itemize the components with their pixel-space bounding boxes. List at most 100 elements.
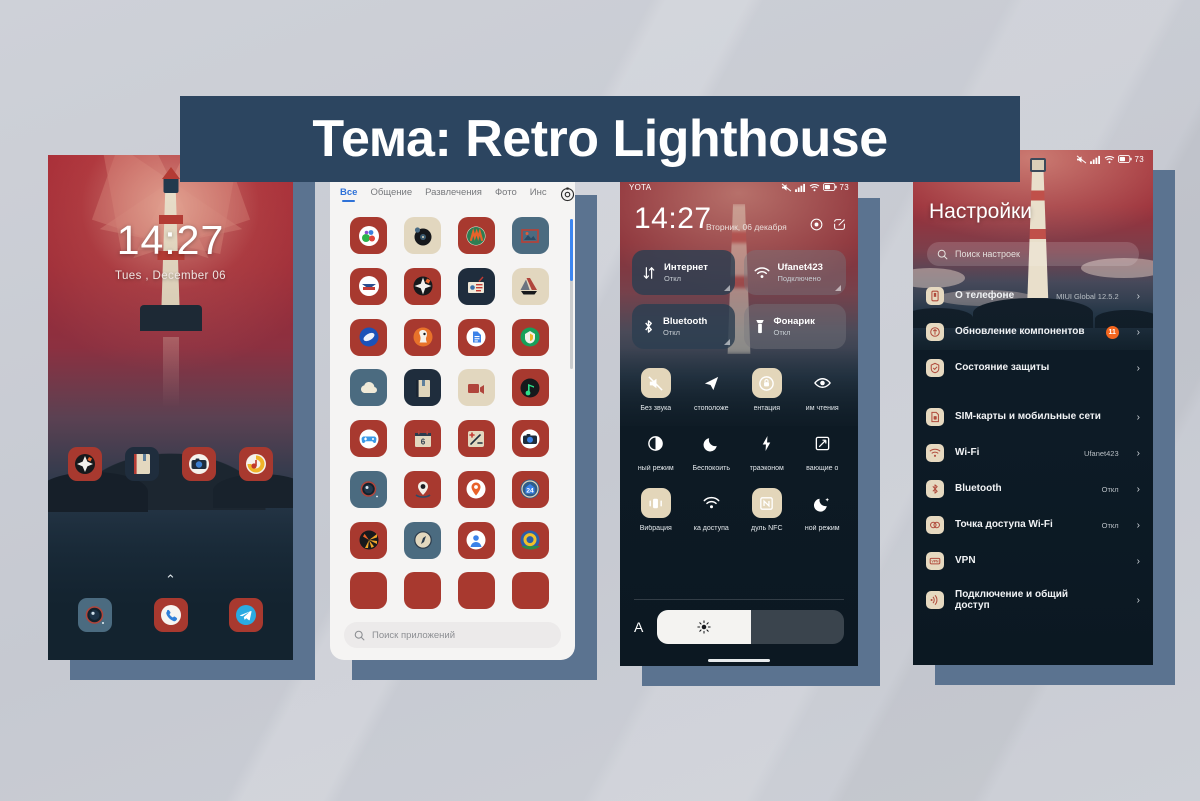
games-icon[interactable] (350, 420, 388, 457)
update-icon (926, 323, 944, 341)
settings-row-sharing[interactable]: Подключение и общий доступ › (913, 579, 1153, 621)
spotify-icon[interactable] (511, 369, 549, 407)
photos-icon[interactable] (511, 217, 549, 254)
news-icon[interactable] (457, 267, 495, 305)
phone-icon[interactable] (153, 598, 188, 632)
settings-list: О телефоне MIUI Global 12.5.2 › Обновлен… (913, 278, 1153, 665)
settings-row-hotspot[interactable]: Точка доступа Wi-Fi Откл › (913, 507, 1153, 543)
contacts-icon[interactable] (457, 521, 495, 559)
edit-icon[interactable] (833, 218, 846, 231)
tab-photo[interactable]: Фото (495, 187, 517, 202)
calendar-icon[interactable]: 6 (404, 420, 442, 457)
settings-row-label: Подключение и общий доступ (955, 588, 1068, 612)
toggle-hotspot[interactable]: ка доступа (684, 488, 740, 532)
toggle-vibration[interactable]: Вибрация (628, 488, 684, 532)
settings-row-updates[interactable]: Обновление компонентов 11 › (913, 314, 1153, 350)
settings-row-vpn[interactable]: VPN VPN › (913, 543, 1153, 579)
vpn-icon: VPN (926, 552, 944, 570)
toggle-dnd[interactable]: Беспокоить (684, 428, 740, 472)
location-pin-icon[interactable] (404, 470, 442, 508)
quick-tiles: Интернет Откл Ufanet423 Подключено Bluetoo… (632, 250, 846, 349)
tab-communication[interactable]: Общение (370, 187, 412, 202)
toggle-label: траэконом (749, 465, 784, 472)
gear-icon[interactable] (560, 186, 575, 202)
settings-target-icon[interactable] (810, 218, 823, 231)
tile-subtitle: Подключено (777, 273, 821, 283)
toggle-location[interactable]: стоположе (684, 368, 740, 412)
toggle-night-mode[interactable]: ной режим (795, 488, 851, 532)
settings-row-bluetooth[interactable]: Bluetooth Откл › (913, 471, 1153, 507)
tab-entertainment[interactable]: Развлечения (425, 187, 482, 202)
browser-icon[interactable] (67, 447, 102, 481)
app-icon-d[interactable] (511, 572, 549, 610)
settings-row-value: Откл (1101, 520, 1119, 530)
gallery-dots-icon[interactable] (350, 217, 388, 254)
tile-bluetooth[interactable]: Bluetooth Откл (632, 304, 735, 349)
settings-row-label: VPN (955, 555, 976, 567)
camera-icon[interactable] (78, 598, 112, 632)
lighthouse-roof (161, 167, 180, 179)
burst-icon[interactable] (350, 521, 388, 559)
toggle-rotation[interactable]: ентация (739, 368, 795, 412)
settings-row-about[interactable]: О телефоне MIUI Global 12.5.2 › (913, 278, 1153, 314)
music-icon[interactable] (239, 447, 274, 481)
app-icon-a[interactable] (350, 572, 388, 610)
camera-icon[interactable] (182, 447, 217, 481)
maps-pin-icon[interactable] (457, 470, 495, 508)
compass-icon[interactable] (404, 521, 442, 559)
wifi-icon (926, 444, 944, 462)
notes-icon[interactable] (124, 447, 159, 481)
compass-ball-icon[interactable] (404, 267, 442, 305)
google-drive-icon[interactable] (511, 267, 549, 305)
video-icon[interactable] (457, 369, 495, 407)
tile-subtitle: Откл (773, 327, 791, 337)
tab-tools[interactable]: Инс (530, 187, 547, 202)
toggle-battery-saver[interactable]: траэконом (739, 428, 795, 472)
tile-wifi[interactable]: Ufanet423 Подключено (743, 250, 846, 295)
settings-row-wifi[interactable]: Wi-Fi Ufanet423 › (913, 435, 1153, 471)
tile-internet[interactable]: Интернет Откл (632, 250, 735, 295)
tile-expand-corner[interactable] (723, 339, 730, 345)
toggle-screenshot[interactable]: вающие о (795, 428, 851, 472)
ring-icon[interactable] (511, 521, 549, 559)
tab-all[interactable]: Все (340, 187, 357, 202)
app-icon-b[interactable] (404, 572, 442, 610)
toggle-mute[interactable]: Без звука (628, 368, 684, 412)
brightness-slider[interactable] (657, 610, 844, 644)
settings-search-input[interactable]: Поиск настроек (927, 242, 1139, 266)
docs-icon[interactable] (457, 318, 495, 356)
book-icon[interactable] (404, 369, 442, 407)
toggle-nfc[interactable]: дуль NFC (739, 488, 795, 532)
tile-subtitle: Откл (664, 273, 682, 283)
camera-lens-icon[interactable] (350, 470, 388, 508)
toggle-reading-mode[interactable]: им чтения (795, 368, 851, 412)
sharing-icon (926, 591, 944, 609)
pochta-icon[interactable] (350, 267, 388, 305)
navigation-pill[interactable] (708, 659, 770, 662)
yandex-music-icon[interactable] (457, 217, 495, 254)
duckduckgo-icon[interactable] (404, 318, 442, 356)
scrollbar-thumb[interactable] (570, 219, 573, 281)
chevron-right-icon: › (1136, 362, 1140, 374)
lighthouse-lamp (163, 177, 178, 193)
toggle-dark-mode[interactable]: ный режим (628, 428, 684, 472)
record-player-icon[interactable] (404, 217, 442, 254)
calculator-icon[interactable] (457, 420, 495, 457)
tile-expand-corner[interactable] (723, 285, 730, 291)
green-shield-icon[interactable] (511, 318, 549, 356)
settings-row-sim[interactable]: SIM-карты и мобильные сети › (913, 399, 1153, 435)
cloud-icon[interactable] (350, 369, 388, 407)
auto-brightness-label[interactable]: A (634, 619, 643, 635)
blue-disc-icon[interactable] (350, 318, 388, 356)
tile-flashlight[interactable]: Фонарик Откл (743, 304, 846, 349)
app-icon-c[interactable] (457, 572, 495, 610)
search-input[interactable]: Поиск приложений (344, 622, 561, 648)
tile-subtitle: Откл (663, 327, 681, 337)
telegram-icon[interactable] (229, 598, 263, 632)
unlock-chevron-icon[interactable]: ⌃ (48, 572, 293, 588)
settings-row-security[interactable]: Состояние защиты › (913, 350, 1153, 386)
rotation-lock-icon (751, 368, 782, 398)
tile-expand-corner[interactable] (835, 285, 841, 291)
24-badge-icon[interactable]: 24 (511, 470, 549, 508)
camera-icon[interactable] (511, 420, 549, 457)
